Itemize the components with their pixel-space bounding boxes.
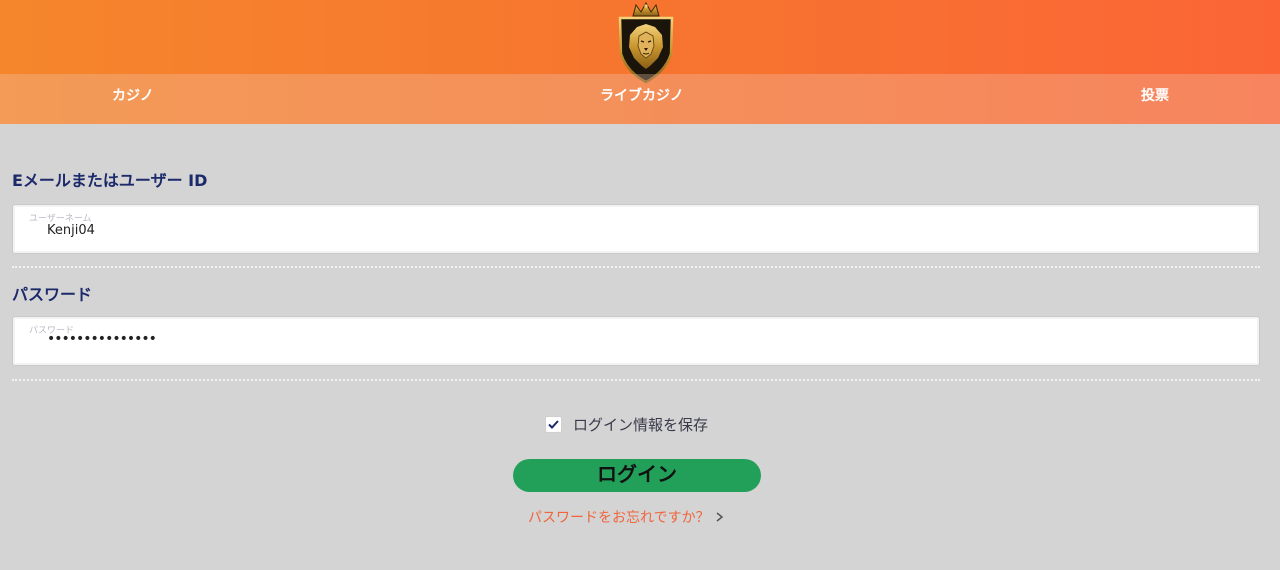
nav-item-casino[interactable]: カジノ — [112, 74, 154, 118]
divider — [12, 379, 1260, 381]
username-value: Kenji04 — [47, 223, 95, 238]
password-label: パスワード — [12, 285, 93, 304]
site-header: カジノ ライブカジノ 投票 — [0, 0, 1280, 124]
chevron-right-icon — [716, 512, 723, 522]
main-nav: カジノ ライブカジノ 投票 — [0, 74, 1280, 124]
lion-crown-shield-icon[interactable] — [615, 1, 677, 84]
username-field[interactable]: ユーザーネーム Kenji04 — [12, 204, 1260, 254]
nav-item-vote[interactable]: 投票 — [1141, 74, 1169, 118]
remember-login-toggle[interactable]: ログイン情報を保存 — [545, 414, 708, 434]
username-label: Eメールまたはユーザー ID — [12, 171, 208, 190]
forgot-password-link[interactable]: パスワードをお忘れですか？ — [528, 507, 724, 527]
password-field[interactable]: パスワード ••••••••••••••• — [12, 316, 1260, 366]
login-button[interactable]: ログイン — [513, 459, 761, 492]
remember-checkbox[interactable] — [545, 415, 562, 433]
divider — [12, 266, 1260, 268]
forgot-password-label: パスワードをお忘れですか？ — [528, 510, 710, 526]
checkmark-icon — [548, 419, 559, 429]
password-value: ••••••••••••••• — [47, 331, 157, 347]
nav-item-live-casino[interactable]: ライブカジノ — [600, 74, 684, 118]
remember-label: ログイン情報を保存 — [573, 415, 709, 434]
